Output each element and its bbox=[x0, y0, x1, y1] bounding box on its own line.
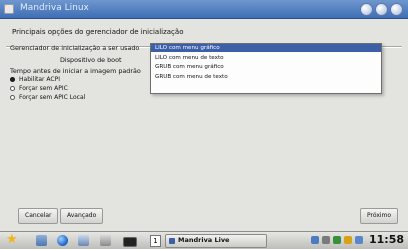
bootloader-option[interactable]: LILO com menu gráfico bbox=[151, 44, 381, 52]
window-icon bbox=[169, 238, 175, 244]
update-icon[interactable] bbox=[333, 236, 341, 244]
radio-checked-icon[interactable] bbox=[10, 77, 15, 82]
advanced-button[interactable]: Avançado bbox=[60, 208, 104, 224]
window-title: Mandriva Linux bbox=[20, 3, 89, 13]
boot-manager-label: Gerenciador de inicialização a ser usado bbox=[10, 44, 140, 52]
bootloader-option[interactable]: GRUB com menu de texto bbox=[151, 73, 381, 81]
bootloader-option[interactable]: GRUB com menu gráfico bbox=[151, 63, 381, 71]
option-label: Habilitar ACPI bbox=[19, 76, 60, 83]
close-icon[interactable] bbox=[390, 3, 403, 16]
cancel-button[interactable]: Cancelar bbox=[18, 208, 59, 224]
next-button[interactable]: Próximo bbox=[360, 208, 399, 224]
bootloader-option[interactable]: LILO com menu de texto bbox=[151, 54, 381, 62]
star-menu-icon[interactable]: ★ bbox=[6, 233, 18, 247]
minimize-icon[interactable] bbox=[360, 3, 373, 16]
browser-globe-icon[interactable] bbox=[57, 235, 68, 246]
option-label: Forçar sem APIC bbox=[19, 85, 68, 92]
bootloader-dropdown-list[interactable]: LILO com menu gráfico LILO com menu de t… bbox=[150, 43, 382, 94]
taskbar-window-button[interactable]: Mandriva Live bbox=[165, 234, 267, 248]
system-tray bbox=[311, 236, 363, 244]
dialog-content: Principais opções do gerenciador de inic… bbox=[0, 19, 408, 231]
option-label: Forçar sem APIC Local bbox=[19, 94, 86, 101]
radio-unchecked-icon[interactable] bbox=[10, 95, 15, 100]
monitor-icon[interactable] bbox=[78, 235, 89, 246]
display-icon[interactable] bbox=[355, 236, 363, 244]
workspace-switcher[interactable]: 1 bbox=[150, 235, 161, 247]
window-titlebar[interactable]: Mandriva Linux bbox=[0, 0, 408, 19]
app-icon bbox=[4, 4, 14, 14]
option-no-apic[interactable]: Forçar sem APIC bbox=[10, 85, 68, 92]
notification-icon[interactable] bbox=[344, 236, 352, 244]
page-title: Principais opções do gerenciador de inic… bbox=[12, 28, 184, 36]
network-icon[interactable] bbox=[311, 236, 319, 244]
taskbar: ★ 1 Mandriva Live 11:58 bbox=[0, 231, 408, 249]
window-controls bbox=[360, 3, 403, 16]
taskbar-window-label: Mandriva Live bbox=[178, 236, 230, 244]
option-no-local-apic[interactable]: Forçar sem APIC Local bbox=[10, 94, 85, 101]
maximize-icon[interactable] bbox=[375, 3, 388, 16]
radio-unchecked-icon[interactable] bbox=[10, 86, 15, 91]
timeout-label: Tempo antes de iniciar a imagem padrão bbox=[10, 67, 141, 75]
terminal-icon[interactable] bbox=[123, 237, 137, 247]
files-icon[interactable] bbox=[100, 235, 111, 246]
option-acpi[interactable]: Habilitar ACPI bbox=[10, 76, 60, 83]
volume-icon[interactable] bbox=[322, 236, 330, 244]
boot-device-label: Dispositivo de boot bbox=[60, 56, 122, 64]
folder-icon[interactable] bbox=[36, 235, 47, 246]
clock[interactable]: 11:58 bbox=[369, 233, 404, 246]
